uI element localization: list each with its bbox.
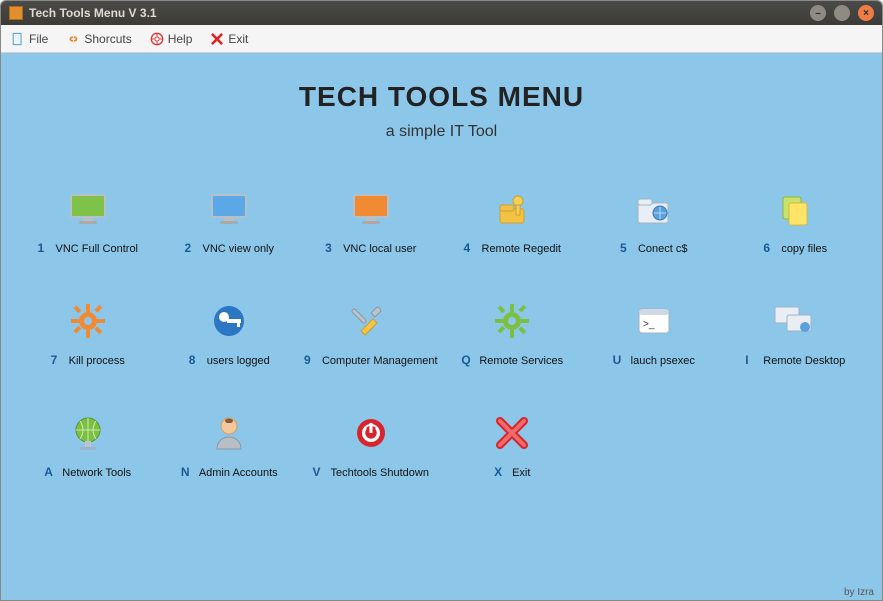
- tool-label: Network Tools: [62, 467, 131, 479]
- tool-label: Remote Regedit: [482, 243, 562, 255]
- window-title: Tech Tools Menu V 3.1: [29, 6, 157, 20]
- gear-orange-icon: [66, 299, 110, 343]
- titlebar: Tech Tools Menu V 3.1 – ×: [1, 1, 882, 25]
- menu-file[interactable]: File: [11, 32, 48, 46]
- close-x-icon: [490, 411, 534, 455]
- tool-remote-regedit[interactable]: 4 Remote Regedit: [444, 187, 582, 255]
- globe-icon: [66, 411, 110, 455]
- svg-text:>_: >_: [643, 319, 655, 330]
- regedit-icon: [490, 187, 534, 231]
- hotkey: V: [313, 465, 323, 479]
- tool-label: copy files: [781, 243, 827, 255]
- hotkey: 5: [620, 241, 630, 255]
- tool-label: Admin Accounts: [199, 467, 278, 479]
- menu-help-label: Help: [168, 32, 193, 46]
- tools-icon: [349, 299, 393, 343]
- tool-label: Conect c$: [638, 243, 688, 255]
- tool-label: VNC view only: [202, 243, 274, 255]
- tool-exit[interactable]: X Exit: [444, 411, 582, 479]
- tools-grid: 1 VNC Full Control 2 VNC view only 3 VNC lo…: [19, 187, 864, 479]
- tool-label: Kill process: [69, 355, 125, 367]
- tool-label: Exit: [512, 467, 530, 479]
- hotkey: 4: [464, 241, 474, 255]
- terminal-icon: >_: [632, 299, 676, 343]
- hotkey: 6: [763, 241, 773, 255]
- hotkey: A: [44, 465, 54, 479]
- tool-label: Computer Management: [322, 355, 438, 367]
- footer-credit: by Izra: [844, 587, 874, 598]
- hotkey: I: [745, 353, 755, 367]
- file-icon: [11, 32, 25, 46]
- tool-users-logged[interactable]: 8 users logged: [161, 299, 299, 367]
- page-title: TECH TOOLS MENU: [19, 81, 864, 113]
- monitor-orange-icon: [349, 187, 393, 231]
- tool-copy-files[interactable]: 6 copy files: [727, 187, 865, 255]
- user-icon: [207, 411, 251, 455]
- tool-label: Remote Services: [479, 355, 563, 367]
- menu-exit[interactable]: Exit: [210, 32, 248, 46]
- hotkey: 2: [184, 241, 194, 255]
- hotkey: 3: [325, 241, 335, 255]
- link-icon: [66, 32, 80, 46]
- app-icon: [9, 6, 23, 20]
- menu-help[interactable]: Help: [150, 32, 193, 46]
- tool-kill-process[interactable]: 7 Kill process: [19, 299, 157, 367]
- menu-shortcuts-label: Shorcuts: [84, 32, 131, 46]
- dual-monitor-icon: [773, 299, 817, 343]
- hotkey: 9: [304, 353, 314, 367]
- tool-connect-c[interactable]: 5 Conect c$: [585, 187, 723, 255]
- window-maximize-button[interactable]: [834, 5, 850, 21]
- hotkey: 8: [189, 353, 199, 367]
- key-circle-icon: [207, 299, 251, 343]
- hotkey: Q: [461, 353, 471, 367]
- monitor-green-icon: [66, 187, 110, 231]
- tool-remote-desktop[interactable]: I Remote Desktop: [727, 299, 865, 367]
- hotkey: N: [181, 465, 191, 479]
- exit-icon: [210, 32, 224, 46]
- menu-file-label: File: [29, 32, 48, 46]
- tool-techtools-shutdown[interactable]: V Techtools Shutdown: [302, 411, 440, 479]
- tool-label: Techtools Shutdown: [331, 467, 429, 479]
- tool-remote-services[interactable]: Q Remote Services: [444, 299, 582, 367]
- tool-label: users logged: [207, 355, 270, 367]
- power-icon: [349, 411, 393, 455]
- hotkey: 1: [37, 241, 47, 255]
- tool-launch-psexec[interactable]: >_ Ulauch psexec: [585, 299, 723, 367]
- tool-computer-management[interactable]: 9 Computer Management: [302, 299, 440, 367]
- tool-label: Remote Desktop: [763, 355, 845, 367]
- help-icon: [150, 32, 164, 46]
- copy-files-icon: [773, 187, 817, 231]
- hotkey: U: [613, 353, 623, 367]
- tool-label: VNC Full Control: [55, 243, 138, 255]
- tool-vnc-local-user[interactable]: 3 VNC local user: [302, 187, 440, 255]
- hotkey: X: [494, 465, 504, 479]
- tool-vnc-view-only[interactable]: 2 VNC view only: [161, 187, 299, 255]
- menu-exit-label: Exit: [228, 32, 248, 46]
- tool-label: VNC local user: [343, 243, 416, 255]
- window-minimize-button[interactable]: –: [810, 5, 826, 21]
- hotkey: 7: [51, 353, 61, 367]
- app-window: Tech Tools Menu V 3.1 – × File Shorcuts …: [0, 0, 883, 601]
- content-area: TECH TOOLS MENU a simple IT Tool 1 VNC Fu…: [1, 53, 882, 600]
- monitor-blue-icon: [207, 187, 251, 231]
- menubar: File Shorcuts Help Exit: [1, 25, 882, 53]
- page-subtitle: a simple IT Tool: [19, 123, 864, 141]
- tool-label: lauch psexec: [631, 355, 695, 367]
- tool-network-tools[interactable]: A Network Tools: [19, 411, 157, 479]
- window-close-button[interactable]: ×: [858, 5, 874, 21]
- tool-vnc-full-control[interactable]: 1 VNC Full Control: [19, 187, 157, 255]
- gear-green-icon: [490, 299, 534, 343]
- menu-shortcuts[interactable]: Shorcuts: [66, 32, 131, 46]
- tool-admin-accounts[interactable]: N Admin Accounts: [161, 411, 299, 479]
- folder-network-icon: [632, 187, 676, 231]
